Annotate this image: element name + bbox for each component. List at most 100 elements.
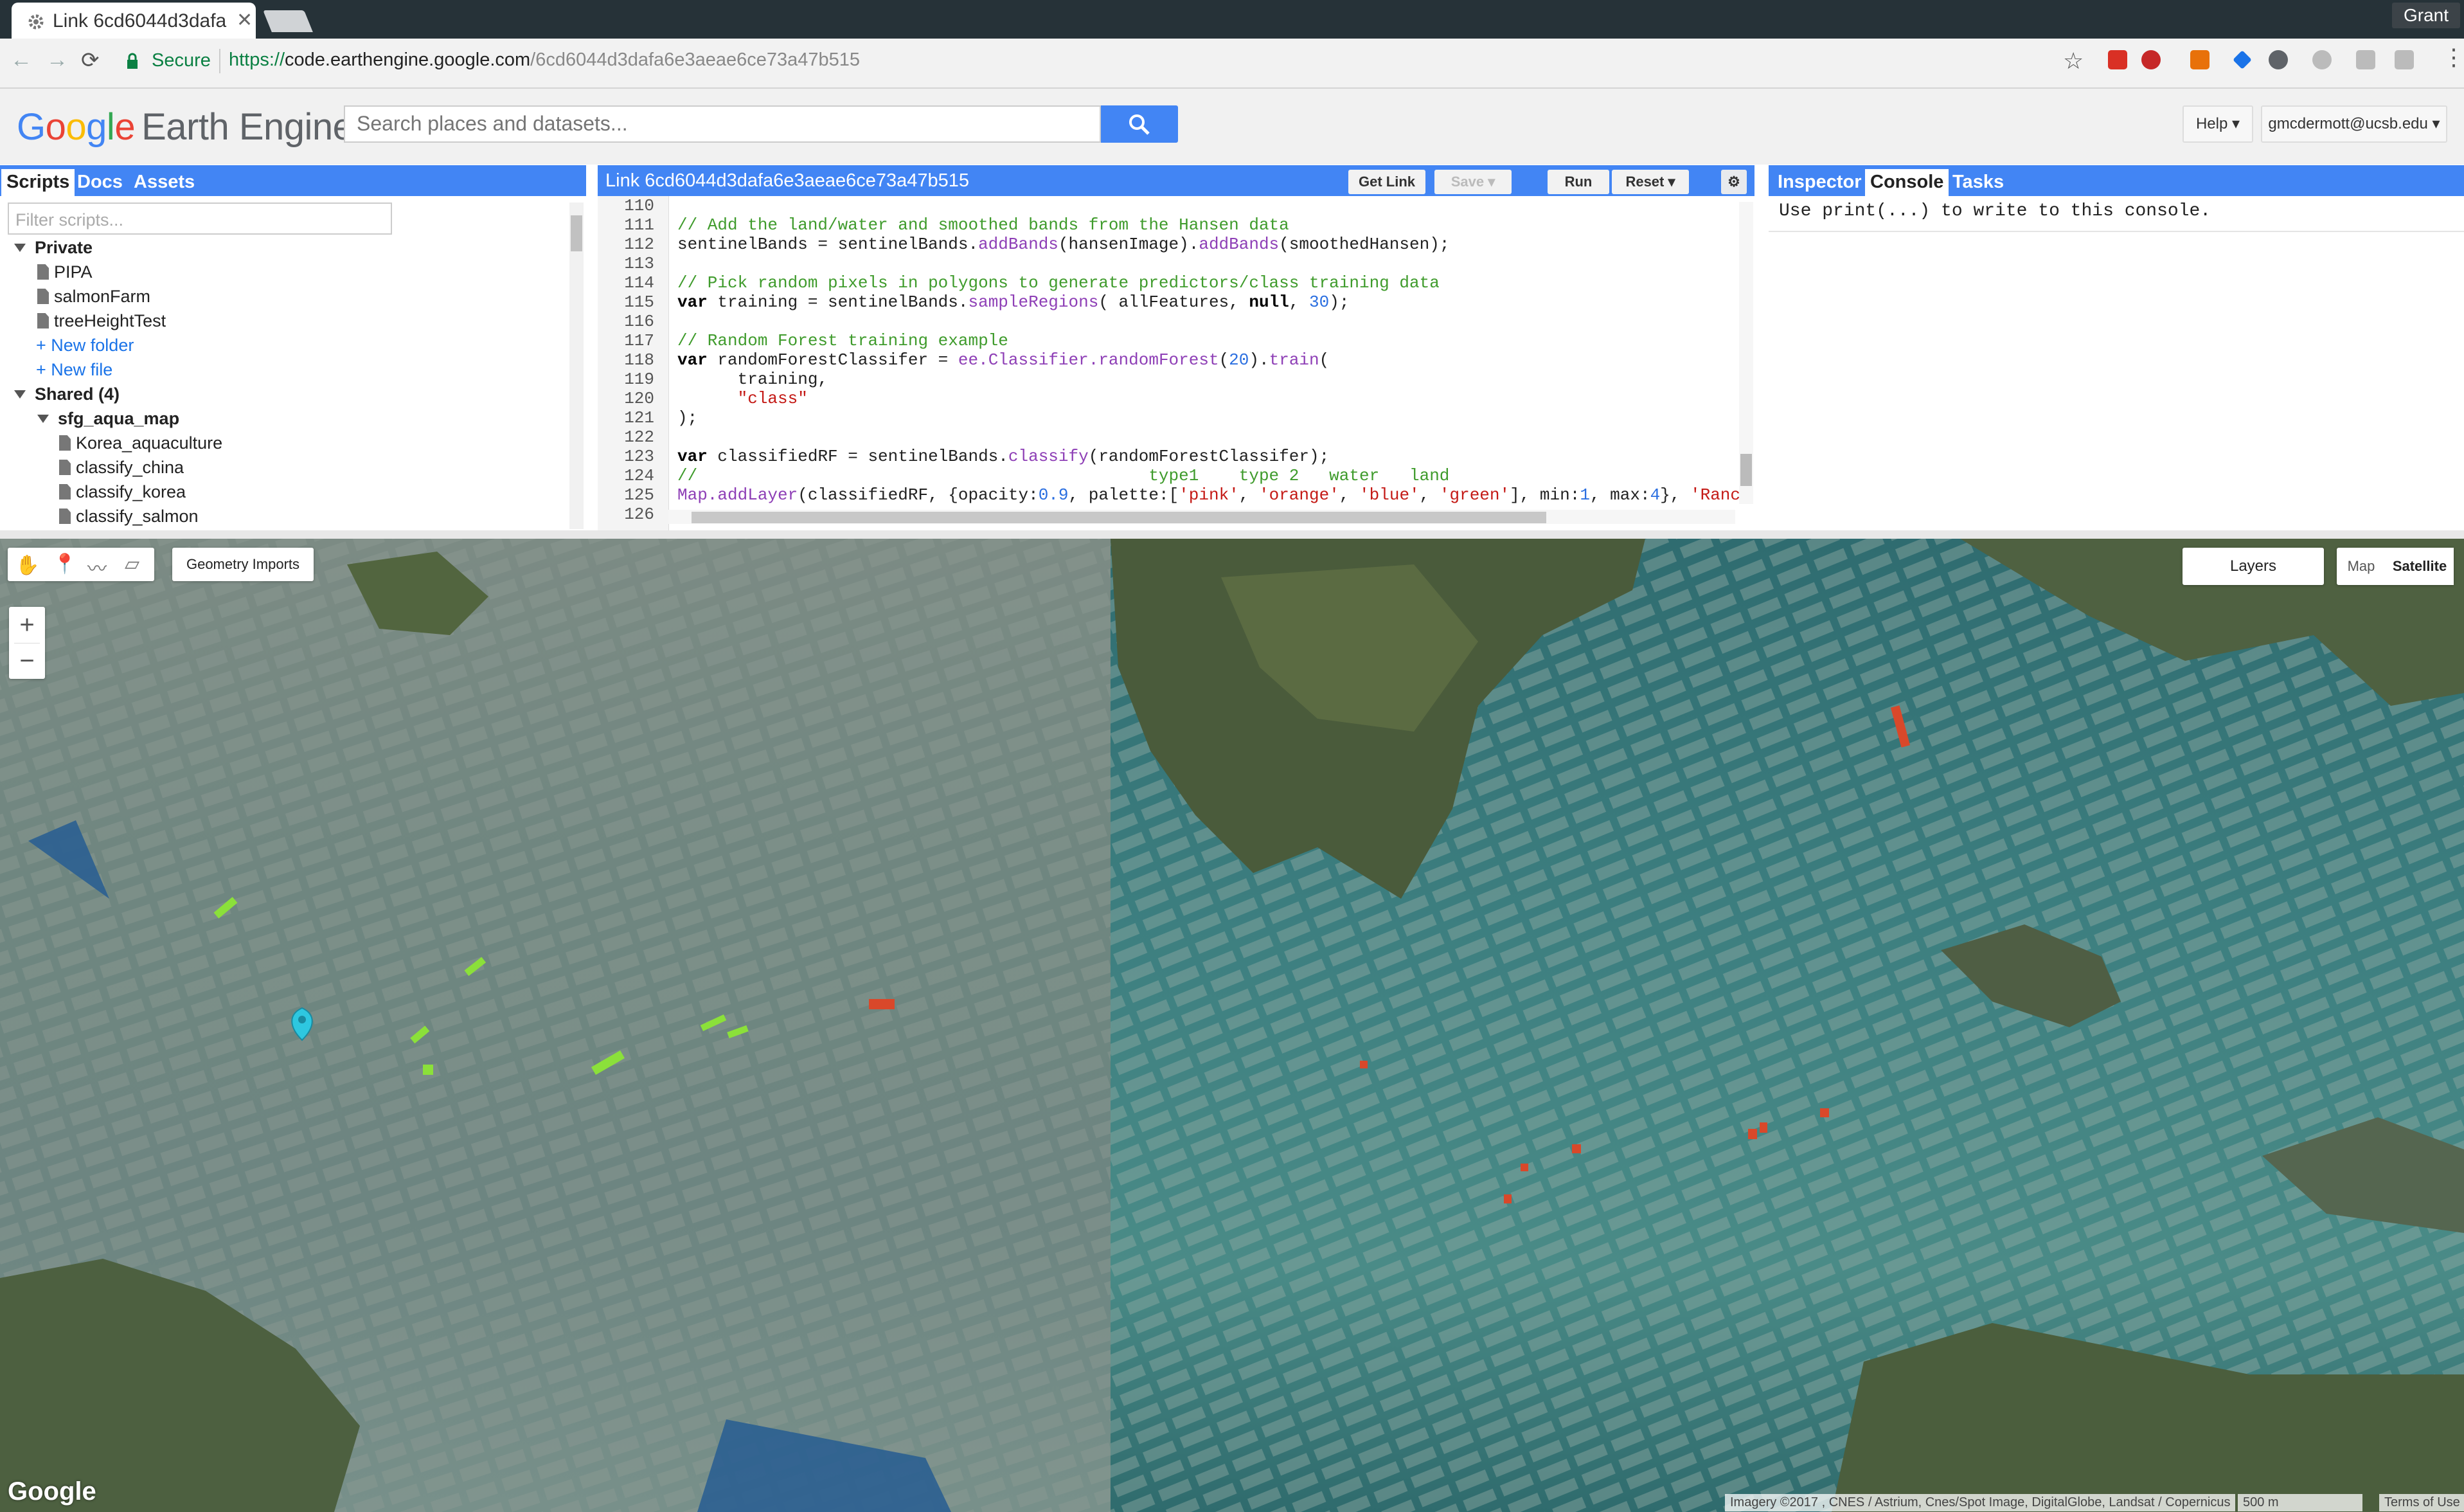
tab-docs[interactable]: Docs — [72, 169, 128, 196]
help-button[interactable]: Help ▾ — [2183, 105, 2253, 143]
code-line[interactable]: ); — [677, 408, 697, 428]
code-line[interactable]: var classifiedRF = sentinelBands.classif… — [677, 447, 1329, 466]
new-file-link[interactable]: + New file — [36, 360, 112, 380]
script-item[interactable]: classify_china — [59, 458, 184, 478]
forward-icon[interactable]: → — [46, 48, 68, 73]
script-item[interactable]: classify_salmon — [59, 507, 199, 526]
code-line[interactable]: sentinelBands = sentinelBands.addBands(h… — [677, 235, 1449, 254]
save-button[interactable]: Save ▾ — [1434, 170, 1512, 194]
settings-gear-icon[interactable]: ⚙ — [1721, 170, 1747, 194]
google-watermark: Google — [8, 1477, 96, 1506]
browser-tabstrip: Link 6cd6044d3dafa ✕ Grant — [0, 0, 2464, 39]
code-line[interactable]: var randomForestClassifer = ee.Classifie… — [677, 350, 1329, 370]
extension-sync-icon[interactable] — [2312, 50, 2332, 69]
dataset-search-input[interactable] — [345, 107, 1091, 140]
console-panel: Use print(...) to write to this console. — [1769, 196, 2464, 530]
editor-vertical-scrollbar[interactable] — [1739, 202, 1753, 504]
draw-shape-icon[interactable]: ▱ — [125, 553, 139, 575]
tab-scripts[interactable]: Scripts — [1, 169, 75, 196]
scrollbar-thumb[interactable] — [692, 512, 1546, 523]
tab-console[interactable]: Console — [1865, 169, 1949, 196]
run-button[interactable]: Run — [1548, 170, 1609, 194]
extension-shield-icon[interactable] — [2395, 50, 2414, 69]
get-link-button[interactable]: Get Link — [1348, 170, 1425, 194]
new-folder-link[interactable]: + New folder — [36, 336, 134, 356]
tree-label: Shared (4) — [35, 384, 120, 404]
lock-icon — [127, 53, 138, 69]
code-editor[interactable]: 110 111 112 113 114 115 116 117 118 119 … — [598, 196, 1754, 530]
reset-button[interactable]: Reset ▾ — [1612, 170, 1689, 194]
line-gutter: 110 111 112 113 114 115 116 117 118 119 … — [598, 196, 669, 530]
extension-tool-icon[interactable] — [2356, 50, 2375, 69]
script-item[interactable]: PIPA — [37, 262, 93, 282]
url-path: /6cd6044d3dafa6e3aeae6ce73a47b515 — [530, 50, 861, 70]
tab-close-icon[interactable]: ✕ — [237, 9, 253, 32]
code-line[interactable]: training, — [677, 370, 828, 389]
extension-person-icon[interactable] — [2269, 50, 2288, 69]
script-item[interactable]: salmonFarm — [37, 287, 150, 307]
map-type-map[interactable]: Map — [2337, 548, 2386, 585]
line-number: 124 — [624, 466, 654, 485]
code-line[interactable]: "class" — [677, 389, 808, 408]
extension-mail-icon[interactable] — [2108, 50, 2127, 69]
line-number: 113 — [624, 254, 654, 273]
filter-scripts-input[interactable]: Filter scripts... — [8, 203, 392, 235]
map-type-satellite[interactable]: Satellite — [2386, 548, 2454, 585]
scripts-scrollbar[interactable] — [569, 203, 584, 529]
zoom-in-button[interactable]: + — [9, 607, 45, 643]
address-divider — [219, 49, 220, 73]
scale-bar: 500 m — [2238, 1494, 2362, 1511]
zoom-out-button[interactable]: − — [9, 643, 45, 679]
scale-label: 500 m — [2243, 1495, 2279, 1509]
land-training-marker[interactable] — [423, 1065, 433, 1075]
account-button[interactable]: gmcdermott@ucsb.edu ▾ — [2261, 105, 2447, 143]
extension-adblock-icon[interactable] — [2141, 50, 2161, 69]
address-bar[interactable]: Secure https://code.earthengine.google.c… — [120, 46, 2099, 77]
script-item[interactable]: treeHeightTest — [37, 311, 166, 331]
map-type-control: Map Satellite — [2337, 548, 2454, 585]
bookmark-star-icon[interactable]: ☆ — [2063, 48, 2084, 75]
browser-tab[interactable]: Link 6cd6044d3dafa ✕ — [12, 3, 256, 39]
scrollbar-thumb[interactable] — [1740, 454, 1752, 486]
aquaculture-classified-pixel — [1748, 1129, 1757, 1139]
pan-hand-icon[interactable]: ✋ — [15, 554, 39, 577]
code-line[interactable]: // Random Forest training example — [677, 331, 1008, 350]
search-button[interactable] — [1101, 105, 1178, 143]
layers-button[interactable]: Layers — [2183, 548, 2324, 585]
map-canvas[interactable]: ✋ 📍 〰 ▱ Geometry Imports + − Layers Map … — [0, 539, 2464, 1512]
back-icon[interactable]: ← — [10, 48, 32, 73]
tree-shared-folder[interactable]: sfg_aqua_map — [37, 409, 179, 429]
editor-horizontal-scrollbar[interactable] — [668, 510, 1735, 524]
script-item[interactable]: Korea_aquaculture — [59, 433, 222, 453]
tab-tasks[interactable]: Tasks — [1947, 169, 2009, 196]
tab-inspector[interactable]: Inspector — [1772, 169, 1867, 196]
geometry-imports-button[interactable]: Geometry Imports — [172, 548, 314, 581]
gear-favicon-icon — [28, 14, 44, 30]
tree-shared[interactable]: Shared (4) — [14, 384, 120, 404]
tree-private[interactable]: Private — [14, 238, 93, 258]
file-icon — [59, 435, 71, 451]
add-marker-icon[interactable]: 📍 — [53, 553, 76, 575]
panel-resize-handle[interactable] — [0, 530, 2464, 539]
code-line[interactable]: Map.addLayer(classifiedRF, {opacity:0.9,… — [677, 485, 1740, 505]
tab-assets[interactable]: Assets — [129, 169, 200, 196]
reload-icon[interactable]: ⟳ — [81, 48, 100, 73]
code-line[interactable]: // type1 type 2 water land — [677, 466, 1449, 485]
aquaculture-classified-pixel — [1360, 1061, 1368, 1068]
script-item[interactable]: classify_korea — [59, 482, 186, 502]
save-label: Save — [1451, 174, 1485, 190]
new-tab-button[interactable] — [263, 10, 313, 32]
file-icon — [37, 289, 49, 304]
scripts-panel: Filter scripts... Private PIPA salmonFar… — [0, 196, 586, 530]
code-line[interactable]: var training = sentinelBands.sampleRegio… — [677, 292, 1349, 312]
extension-bookmark-icon[interactable] — [2190, 50, 2210, 69]
logo-letter: o — [45, 106, 66, 148]
browser-profile[interactable]: Grant — [2391, 3, 2460, 28]
terms-of-use-link[interactable]: Terms of Use — [2379, 1494, 2464, 1511]
code-line[interactable]: // Pick random pixels in polygons to gen… — [677, 273, 1440, 292]
aquaculture-training-marker[interactable] — [869, 999, 895, 1009]
code-line[interactable]: // Add the land/water and smoothed bands… — [677, 215, 1289, 235]
draw-line-icon[interactable]: 〰 — [87, 553, 107, 581]
browser-menu-icon[interactable]: ⋮ — [2442, 44, 2464, 71]
scrollbar-thumb[interactable] — [571, 215, 582, 251]
